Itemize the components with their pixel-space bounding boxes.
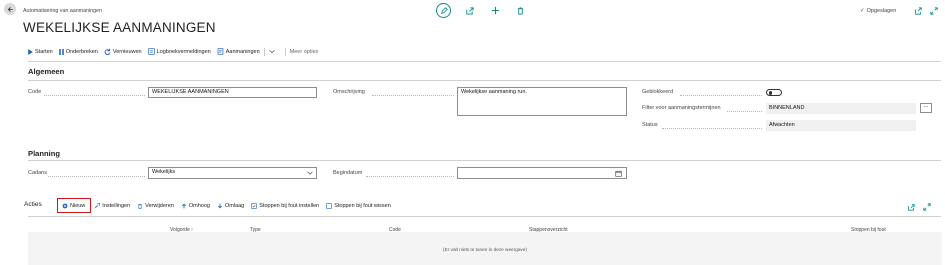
code-label: Code <box>28 89 42 95</box>
checkbox-checked-icon <box>251 202 257 209</box>
cadence-select[interactable]: Wekelijks <box>148 167 317 179</box>
leader-dots <box>662 128 762 129</box>
section-divider <box>28 160 941 161</box>
start-date-label: Begindatum <box>333 170 363 176</box>
back-button[interactable] <box>4 3 16 15</box>
new-line-icon <box>62 203 68 208</box>
settings-icon <box>95 202 101 208</box>
start-date-field[interactable] <box>457 167 627 179</box>
start-action[interactable]: Starten <box>28 48 53 55</box>
stop-on-error-clear-label: Stoppen bij fout wissen <box>334 202 391 209</box>
start-action-label: Starten <box>35 48 53 55</box>
expand-icon <box>929 6 938 15</box>
section-title-planning: Planning <box>28 149 61 158</box>
share-icon <box>907 203 915 211</box>
log-entries-action-label: Logboekvermeldingen <box>156 48 211 55</box>
refresh-action[interactable]: Vernieuwen <box>104 48 142 55</box>
share-lines-button[interactable] <box>906 202 915 211</box>
move-down-action-label: Omlaag <box>224 202 245 209</box>
cadence-label: Cadans <box>28 170 47 176</box>
stop-on-error-set-label: Stoppen bij fout instellen <box>259 202 320 209</box>
chevron-down-icon <box>269 50 275 54</box>
focus-mode-button[interactable] <box>922 202 931 211</box>
chevron-down-icon <box>307 171 313 175</box>
pause-icon <box>58 48 64 55</box>
leader-dots <box>366 176 454 177</box>
saved-status: ✓ Opgeslagen <box>860 8 896 14</box>
pencil-icon <box>440 6 448 14</box>
action-bar-divider <box>28 61 941 62</box>
arrow-up-icon <box>181 203 186 208</box>
plus-icon <box>491 6 500 15</box>
more-options-action[interactable]: Meer opties <box>290 49 319 55</box>
section-title-general: Algemeen <box>28 67 65 76</box>
actions-toolbar: Nieuw Instellingen Verwijderen Omhoog Om… <box>62 202 398 209</box>
leader-dots <box>44 95 145 96</box>
expand-icon <box>922 202 931 211</box>
edit-button[interactable] <box>436 3 451 18</box>
new-action[interactable]: Nieuw <box>62 203 85 209</box>
move-up-action-label: Omhoog <box>188 202 210 209</box>
open-window-icon <box>914 6 922 15</box>
check-icon: ✓ <box>860 8 865 14</box>
description-field[interactable]: Wekelijkse aanmaning run. <box>457 87 627 116</box>
separator <box>284 47 286 56</box>
reminders-action-label: Aanmaningen <box>225 48 260 55</box>
share-button[interactable] <box>465 6 474 15</box>
stop-on-error-clear-action[interactable]: Stoppen bij fout wissen <box>326 203 391 209</box>
leader-dots <box>727 111 762 112</box>
delete-record-button[interactable] <box>516 6 525 15</box>
stop-on-error-set-action[interactable]: Stoppen bij fout instellen <box>251 203 319 209</box>
leader-dots <box>48 176 145 177</box>
reminder-document-icon <box>217 48 224 55</box>
blocked-label: Geblokkeerd <box>642 89 674 95</box>
leader-dots <box>680 95 762 96</box>
saved-label: Opgeslagen <box>866 8 897 14</box>
cadence-value: Wekelijks <box>152 169 176 175</box>
move-down-action[interactable]: Omlaag <box>217 203 244 209</box>
new-action-label: Nieuw <box>70 202 86 209</box>
trash-icon <box>517 7 524 15</box>
log-entries-action[interactable]: Logboekvermeldingen <box>147 48 211 55</box>
breadcrumb: Automatisering van aanmaningen <box>23 8 102 14</box>
pause-action[interactable]: Onderbreken <box>58 48 98 55</box>
leader-dots <box>372 95 454 96</box>
calendar-icon[interactable] <box>615 170 622 177</box>
play-icon <box>28 48 33 55</box>
page-title: WEKELIJKSE AANMANINGEN <box>23 20 216 35</box>
filter-lookup-button[interactable]: ... <box>920 103 932 113</box>
delete-line-action[interactable]: Verwijderen <box>137 203 174 209</box>
refresh-icon <box>104 48 111 55</box>
action-bar: Starten Onderbreken Vernieuwen Logboekve… <box>28 47 324 56</box>
delete-line-action-label: Verwijderen <box>145 202 174 209</box>
empty-grid-message: (Er valt niets te tonen in deze weergave… <box>443 247 527 252</box>
code-field[interactable]: WEKELIJKSE AANMANINGEN <box>148 87 317 98</box>
separator <box>263 47 265 56</box>
settings-action-label: Instellingen <box>102 202 131 209</box>
new-record-button[interactable] <box>491 6 500 15</box>
arrow-down-icon <box>217 203 223 208</box>
filter-field[interactable]: BINNENLAND <box>766 103 916 114</box>
log-icon <box>147 48 155 55</box>
description-label: Omschrijving <box>333 89 365 95</box>
filter-label: Filter voor aanmaningstermijnen <box>642 105 721 111</box>
section-divider <box>28 80 941 81</box>
share-icon <box>466 7 474 15</box>
section-title-actions: Acties <box>24 201 42 208</box>
open-new-window-button[interactable] <box>913 6 922 15</box>
expand-button[interactable] <box>929 6 938 15</box>
trash-icon <box>138 203 142 209</box>
blocked-toggle[interactable] <box>766 89 782 96</box>
refresh-action-label: Vernieuwen <box>112 48 142 55</box>
status-label: Status <box>642 122 658 128</box>
arrow-left-icon <box>7 6 13 12</box>
reminders-action[interactable]: Aanmaningen <box>217 47 277 56</box>
status-field: Afwachten <box>766 120 916 131</box>
checkbox-empty-icon <box>326 202 332 209</box>
pause-action-label: Onderbreken <box>65 48 98 55</box>
move-up-action[interactable]: Omhoog <box>181 203 210 209</box>
settings-action[interactable]: Instellingen <box>94 202 131 209</box>
section-divider <box>28 216 941 217</box>
